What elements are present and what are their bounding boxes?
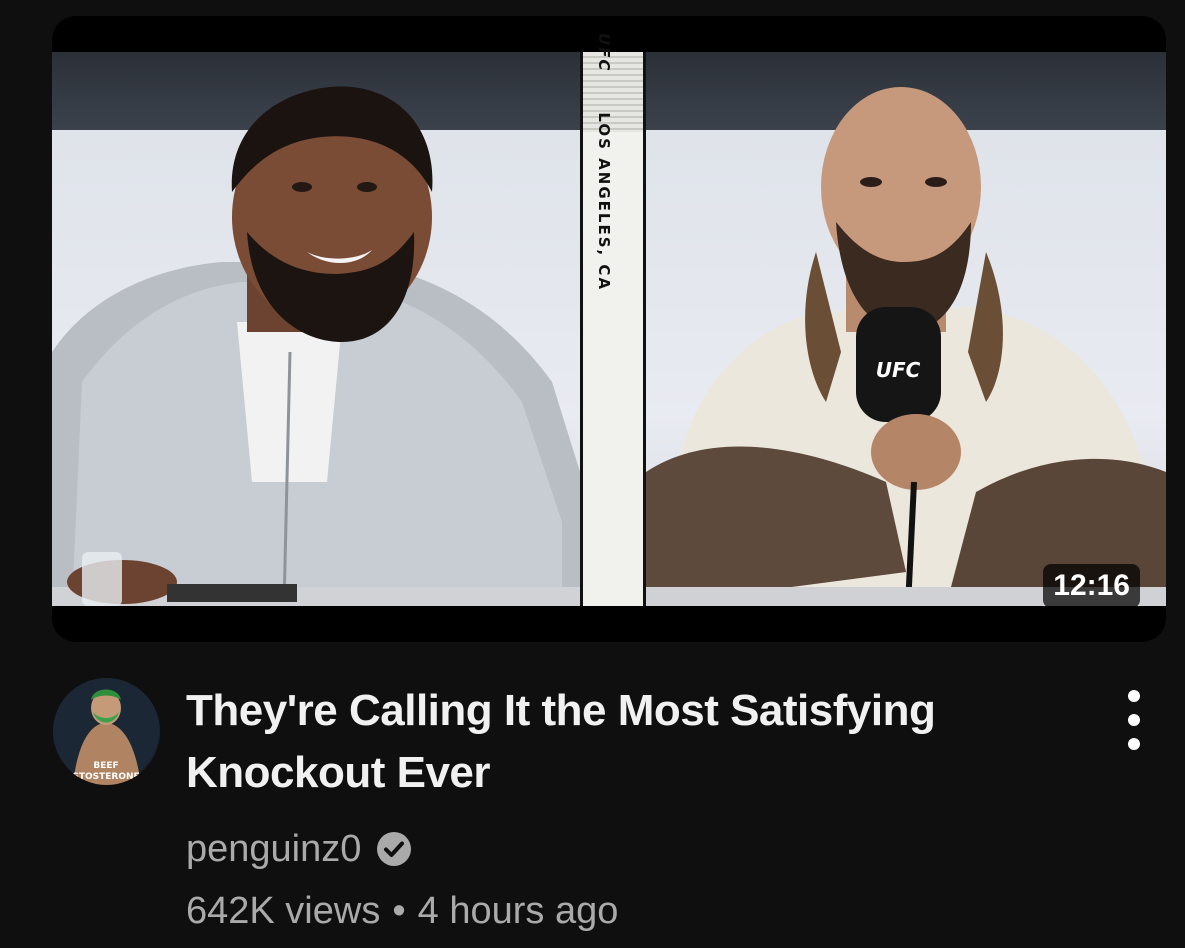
fighter-right-figure: UFC [646,87,1166,606]
view-count: 642K views [186,890,381,932]
duration-badge: 12:16 [1043,564,1140,608]
divider-location-text: LOS ANGELES, CA [595,112,613,292]
channel-avatar[interactable]: BEEF STOSTERONE [53,678,160,785]
channel-name[interactable]: penguinz0 [186,826,361,872]
video-title[interactable]: They're Calling It the Most Satisfying K… [186,680,1066,804]
upload-age: 4 hours ago [417,890,619,932]
channel-link[interactable]: penguinz0 [186,826,413,872]
thumbnail-image: UFC LOS ANGELES, CA UFC [52,33,1166,606]
avatar-image: BEEF STOSTERONE [53,678,159,785]
mic-logo-text: UFC [876,358,921,382]
svg-text:STOSTERONE: STOSTERONE [72,772,139,782]
ufc-logo: UFC [595,32,613,73]
svg-text:BEEF: BEEF [93,761,118,771]
fighter-left-figure [52,86,580,606]
meta-separator: • [392,890,406,932]
video-metadata: 642K views • 4 hours ago [186,888,618,934]
video-card: UFC LOS ANGELES, CA UFC 12:16 BEEF STOSTE… [0,0,1185,948]
thumbnail-left-panel [52,52,580,606]
more-vert-icon[interactable] [1110,690,1158,750]
thumbnail-divider: UFC LOS ANGELES, CA [580,33,646,606]
thumbnail-right-panel: UFC [646,52,1166,606]
verified-check-icon [375,830,413,868]
video-thumbnail[interactable]: UFC LOS ANGELES, CA UFC 12:16 [52,16,1166,642]
